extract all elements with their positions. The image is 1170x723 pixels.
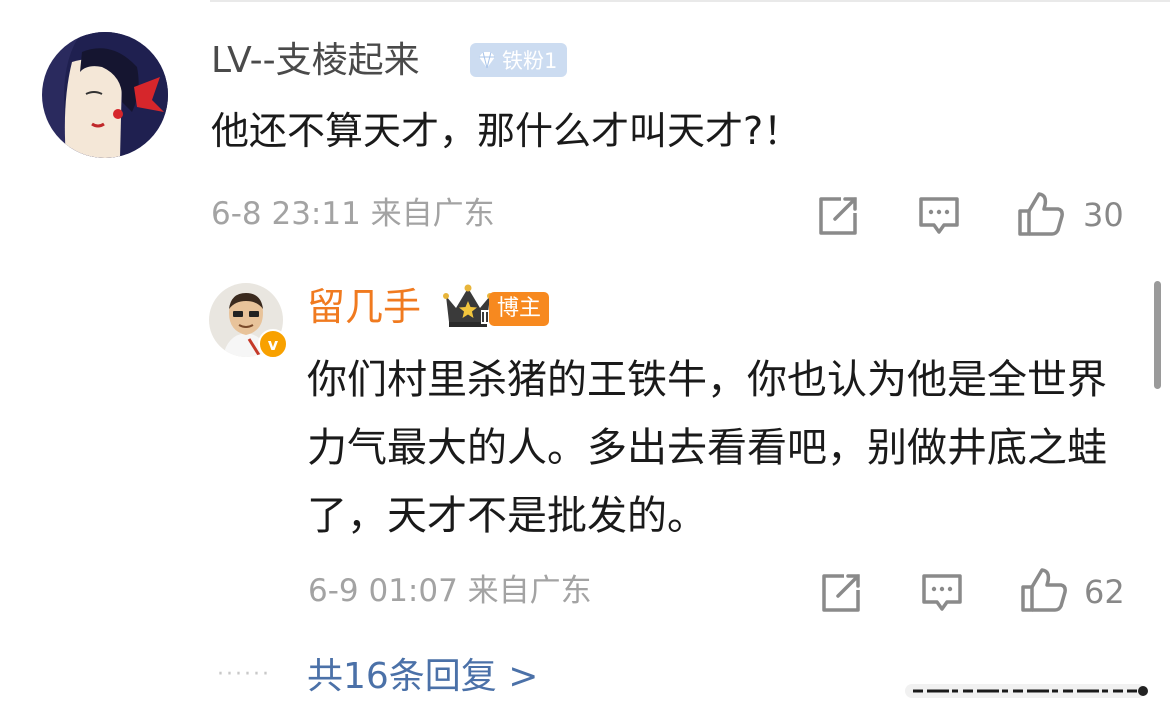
verified-badge: v (258, 329, 288, 359)
top-divider (210, 0, 1170, 2)
like-count: 62 (1084, 573, 1125, 611)
user-avatar[interactable] (42, 32, 168, 158)
reply-text: 你们村里杀猪的王铁牛，你也认为他是全世界力气最大的人。多出去看看吧，别做井底之蛙… (307, 357, 1107, 539)
comment-meta: 6-8 23:11 来自广东 (211, 196, 495, 232)
reply-meta: 6-9 01:07 来自广东 (308, 573, 592, 609)
reply-thread-dots: ······ (217, 662, 271, 687)
fan-badge-label: 铁粉1 (502, 49, 558, 73)
comment-text: 他还不算天才，那什么才叫天才?！ (211, 109, 802, 153)
scrollbar[interactable] (1154, 281, 1161, 389)
share-icon[interactable] (820, 572, 862, 614)
fan-badge: 铁粉1 (470, 43, 568, 77)
share-icon[interactable] (817, 195, 859, 237)
comment-username[interactable]: LV--支棱起来 (211, 38, 420, 84)
host-badge: 博主 (489, 292, 550, 326)
comment-icon[interactable] (918, 196, 960, 236)
more-replies-link[interactable]: 共16条回复 > (307, 654, 538, 700)
comment-icon[interactable] (921, 573, 963, 613)
thumbs-up-icon[interactable] (1017, 191, 1065, 237)
diamond-icon (479, 51, 495, 69)
crown-icon (443, 284, 493, 327)
reply-username[interactable]: 留几手 (307, 282, 421, 332)
like-count: 30 (1083, 196, 1124, 234)
thumbs-up-icon[interactable] (1020, 567, 1068, 613)
watermark-graphic (905, 684, 1148, 698)
